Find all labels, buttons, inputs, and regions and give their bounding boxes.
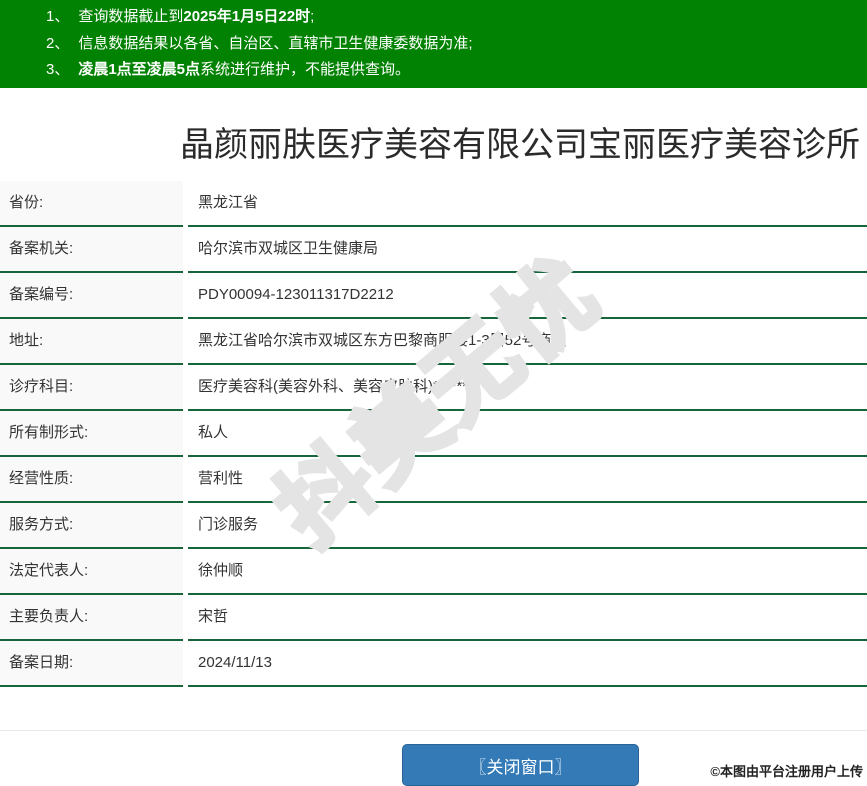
- notice-text: 信息数据结果以各省、自治区、直辖市卫生健康委数据为准;: [78, 34, 473, 52]
- table-row-business-nature: 经营性质: 营利性: [0, 456, 867, 503]
- field-label: 备案编号:: [0, 272, 183, 319]
- table-row-province: 省份: 黑龙江省: [0, 180, 867, 227]
- notice-number: 2、: [46, 34, 70, 52]
- field-value: 私人: [188, 411, 867, 457]
- field-label: 备案日期:: [0, 640, 183, 687]
- info-table: 省份: 黑龙江省 备案机关: 哈尔滨市双城区卫生健康局 备案编号: PDY000…: [0, 180, 867, 687]
- table-row-main-person-in-charge: 主要负责人: 宋哲: [0, 594, 867, 641]
- table-row-service-mode: 服务方式: 门诊服务: [0, 502, 867, 549]
- field-value: 黑龙江省: [188, 181, 867, 227]
- close-window-button[interactable]: 〖关闭窗口〗: [402, 744, 639, 786]
- notice-text-bold: 2025年1月5日22时: [183, 8, 311, 25]
- field-label: 经营性质:: [0, 456, 183, 503]
- footer-divider: [0, 729, 867, 731]
- notice-banner: 1、 查询数据截止到2025年1月5日22时; 2、 信息数据结果以各省、自治区、直…: [0, 0, 867, 88]
- field-value: 门诊服务: [188, 503, 867, 549]
- page-title: 晶颜丽肤医疗美容有限公司宝丽医疗美容诊所: [180, 125, 860, 164]
- notice-text: 查询数据截止到: [78, 8, 184, 25]
- field-label: 主要负责人:: [0, 594, 183, 641]
- table-row-medical-subjects: 诊疗科目: 医疗美容科(美容外科、美容皮肤科)******: [0, 364, 867, 411]
- field-value: 徐仲顺: [188, 549, 867, 595]
- field-value: 黑龙江省哈尔滨市双城区东方巴黎商服楼1-3层52号商服: [188, 319, 867, 365]
- notice-line-2: 2、 信息数据结果以各省、自治区、直辖市卫生健康委数据为准;: [0, 31, 867, 58]
- table-row-ownership: 所有制形式: 私人: [0, 410, 867, 457]
- field-label: 法定代表人:: [0, 548, 183, 595]
- field-value: 哈尔滨市双城区卫生健康局: [188, 227, 867, 273]
- field-value: 医疗美容科(美容外科、美容皮肤科)******: [188, 365, 867, 411]
- notice-line-1: 1、 查询数据截止到2025年1月5日22时;: [0, 4, 867, 31]
- table-row-filing-date: 备案日期: 2024/11/13: [0, 640, 867, 687]
- field-label: 所有制形式:: [0, 410, 183, 457]
- notice-number: 1、: [46, 8, 70, 25]
- notice-text: 系统进行维护，不能提供查询。: [200, 61, 411, 79]
- notice-text-bold: 凌晨1点至凌晨5点: [78, 61, 201, 79]
- table-row-filing-number: 备案编号: PDY00094-123011317D2212: [0, 272, 867, 319]
- field-label: 省份:: [0, 180, 183, 227]
- notice-number: 3、: [46, 61, 70, 79]
- table-row-legal-representative: 法定代表人: 徐仲顺: [0, 548, 867, 595]
- field-label: 诊疗科目:: [0, 364, 183, 411]
- field-value: 2024/11/13: [188, 641, 867, 687]
- field-label: 地址:: [0, 318, 183, 365]
- page: 1、 查询数据截止到2025年1月5日22时; 2、 信息数据结果以各省、自治区、直…: [0, 0, 867, 731]
- notice-line-3: 3、 凌晨1点至凌晨5点系统进行维护，不能提供查询。: [0, 57, 867, 84]
- upload-attribution: ©本图由平台注册用户上传: [710, 764, 863, 779]
- field-value: PDY00094-123011317D2212: [188, 273, 867, 319]
- field-value: 营利性: [188, 457, 867, 503]
- notice-text: ;: [310, 8, 315, 25]
- table-row-filing-authority: 备案机关: 哈尔滨市双城区卫生健康局: [0, 226, 867, 273]
- field-value: 宋哲: [188, 595, 867, 641]
- field-label: 服务方式:: [0, 502, 183, 549]
- field-label: 备案机关:: [0, 226, 183, 273]
- table-row-address: 地址: 黑龙江省哈尔滨市双城区东方巴黎商服楼1-3层52号商服: [0, 318, 867, 365]
